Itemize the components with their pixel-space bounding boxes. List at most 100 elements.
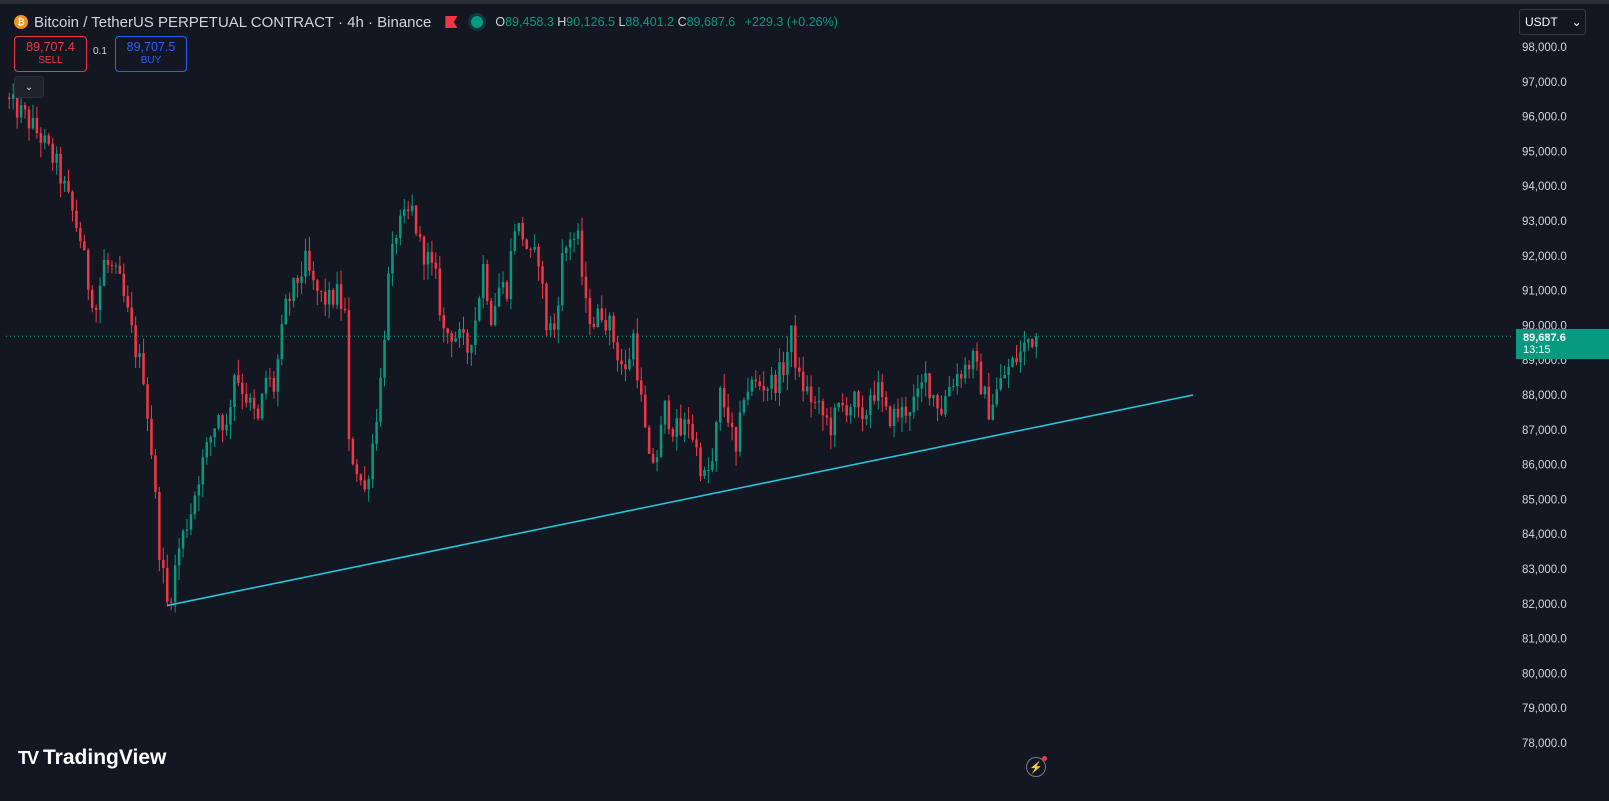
candle-body: [770, 374, 773, 389]
candle-body: [284, 298, 287, 325]
candle-body: [316, 280, 319, 291]
candle-body: [805, 386, 809, 392]
candle-body: [1007, 366, 1010, 375]
price-chart[interactable]: 98,000.0 97,000.0 96,000.0 95,000.0 94,000.0…: [0, 0, 1609, 801]
candle-body: [667, 400, 671, 430]
candle-body: [813, 402, 817, 404]
candle-body: [414, 205, 418, 234]
currency-selector[interactable]: USDT ⌄: [1519, 9, 1586, 35]
candle-body: [19, 105, 23, 118]
candle-body: [707, 469, 710, 471]
candle-body: [916, 388, 919, 397]
candle-body: [418, 233, 422, 237]
candle-body: [774, 374, 777, 394]
candle-body: [695, 439, 698, 448]
candle-body: [675, 418, 679, 437]
candle-body: [371, 443, 374, 480]
tradingview-logo[interactable]: TV TradingView: [18, 746, 166, 770]
candle-body: [924, 373, 927, 383]
close-label: C: [677, 15, 687, 29]
candle-body: [359, 474, 363, 481]
candle-body: [640, 380, 643, 395]
candle-body: [94, 307, 98, 311]
candle-body: [324, 291, 327, 305]
candle-body: [126, 295, 129, 308]
candle-body: [395, 237, 398, 244]
candle-body: [829, 417, 833, 436]
symbol-title[interactable]: Bitcoin / TetherUS PERPETUAL CONTRACT · …: [34, 14, 431, 31]
candle-body: [51, 143, 54, 163]
candle-body: [1011, 358, 1014, 367]
candle-body: [339, 284, 343, 309]
candle-body: [671, 429, 675, 437]
candle-body: [75, 210, 78, 229]
candle-body: [221, 415, 224, 431]
candle-body: [197, 484, 201, 496]
sell-label: SELL: [38, 55, 63, 66]
collapse-legend-button[interactable]: ⌄: [14, 76, 44, 98]
candle-body: [687, 419, 690, 425]
candle-body: [312, 270, 315, 281]
candle-body: [754, 379, 758, 382]
candle-body: [146, 384, 149, 419]
candle-body: [213, 428, 216, 438]
ohlc-values: O89,458.3 H90,126.5 L88,401.2 C89,687.6 …: [495, 15, 838, 29]
candle-body: [975, 350, 979, 362]
market-status-icon: [471, 16, 484, 28]
candle-body: [406, 209, 410, 212]
candle-body: [422, 236, 426, 265]
sell-button[interactable]: 89,707.4 SELL: [14, 36, 87, 72]
candle-body: [956, 374, 959, 387]
candle-body: [782, 362, 785, 376]
candle-body: [746, 391, 750, 400]
flag-icon[interactable]: [445, 16, 458, 28]
candle-body: [758, 381, 761, 387]
candle-body: [624, 364, 627, 370]
candle-body: [399, 215, 402, 238]
candle-body: [979, 361, 983, 395]
change-value: +229.3 (+0.26%): [744, 15, 838, 29]
low-value: 88,401.2: [625, 15, 675, 29]
candle-body: [837, 402, 840, 408]
y-tick-label: 92,000.0: [1522, 251, 1567, 263]
candle-body: [967, 364, 971, 370]
candle-body: [568, 239, 572, 248]
y-tick-label: 82,000.0: [1522, 599, 1567, 611]
candle-body: [505, 282, 509, 299]
candle-body: [304, 250, 307, 277]
candle-body: [632, 333, 635, 360]
candle-body: [27, 109, 31, 129]
candle-body: [493, 306, 497, 325]
candle-body: [908, 412, 912, 416]
candle-body: [134, 325, 137, 358]
candle-body: [841, 402, 844, 406]
candle-body: [478, 298, 481, 321]
candle-body: [525, 239, 528, 249]
candle-body: [367, 479, 370, 490]
candle-body: [241, 382, 244, 395]
lightning-icon[interactable]: ⚡: [1026, 756, 1047, 777]
candle-body: [458, 328, 461, 339]
quantity-value[interactable]: 0.1: [93, 46, 107, 57]
candle-body: [588, 297, 592, 325]
chart-area[interactable]: 98,000.0 97,000.0 96,000.0 95,000.0 94,000.0…: [0, 0, 1609, 801]
buy-button[interactable]: 89,707.5 BUY: [115, 36, 187, 72]
candle-body: [647, 427, 651, 454]
candle-body: [209, 437, 212, 443]
candle-body: [225, 424, 228, 431]
candle-body: [59, 153, 62, 184]
candle-body: [798, 367, 801, 372]
candle-body: [193, 495, 197, 515]
candle-body: [403, 209, 406, 216]
y-tick-label: 83,000.0: [1522, 564, 1567, 576]
y-tick-label: 78,000.0: [1522, 738, 1567, 750]
candle-body: [726, 407, 730, 423]
candle-body: [162, 560, 165, 569]
candle-body: [300, 276, 303, 284]
candle-body: [292, 277, 295, 302]
candle-body: [252, 397, 256, 409]
chevron-down-icon: ⌄: [1571, 15, 1582, 29]
candle-body: [880, 382, 884, 398]
candle-body: [1023, 342, 1026, 352]
candle-body: [991, 404, 995, 420]
